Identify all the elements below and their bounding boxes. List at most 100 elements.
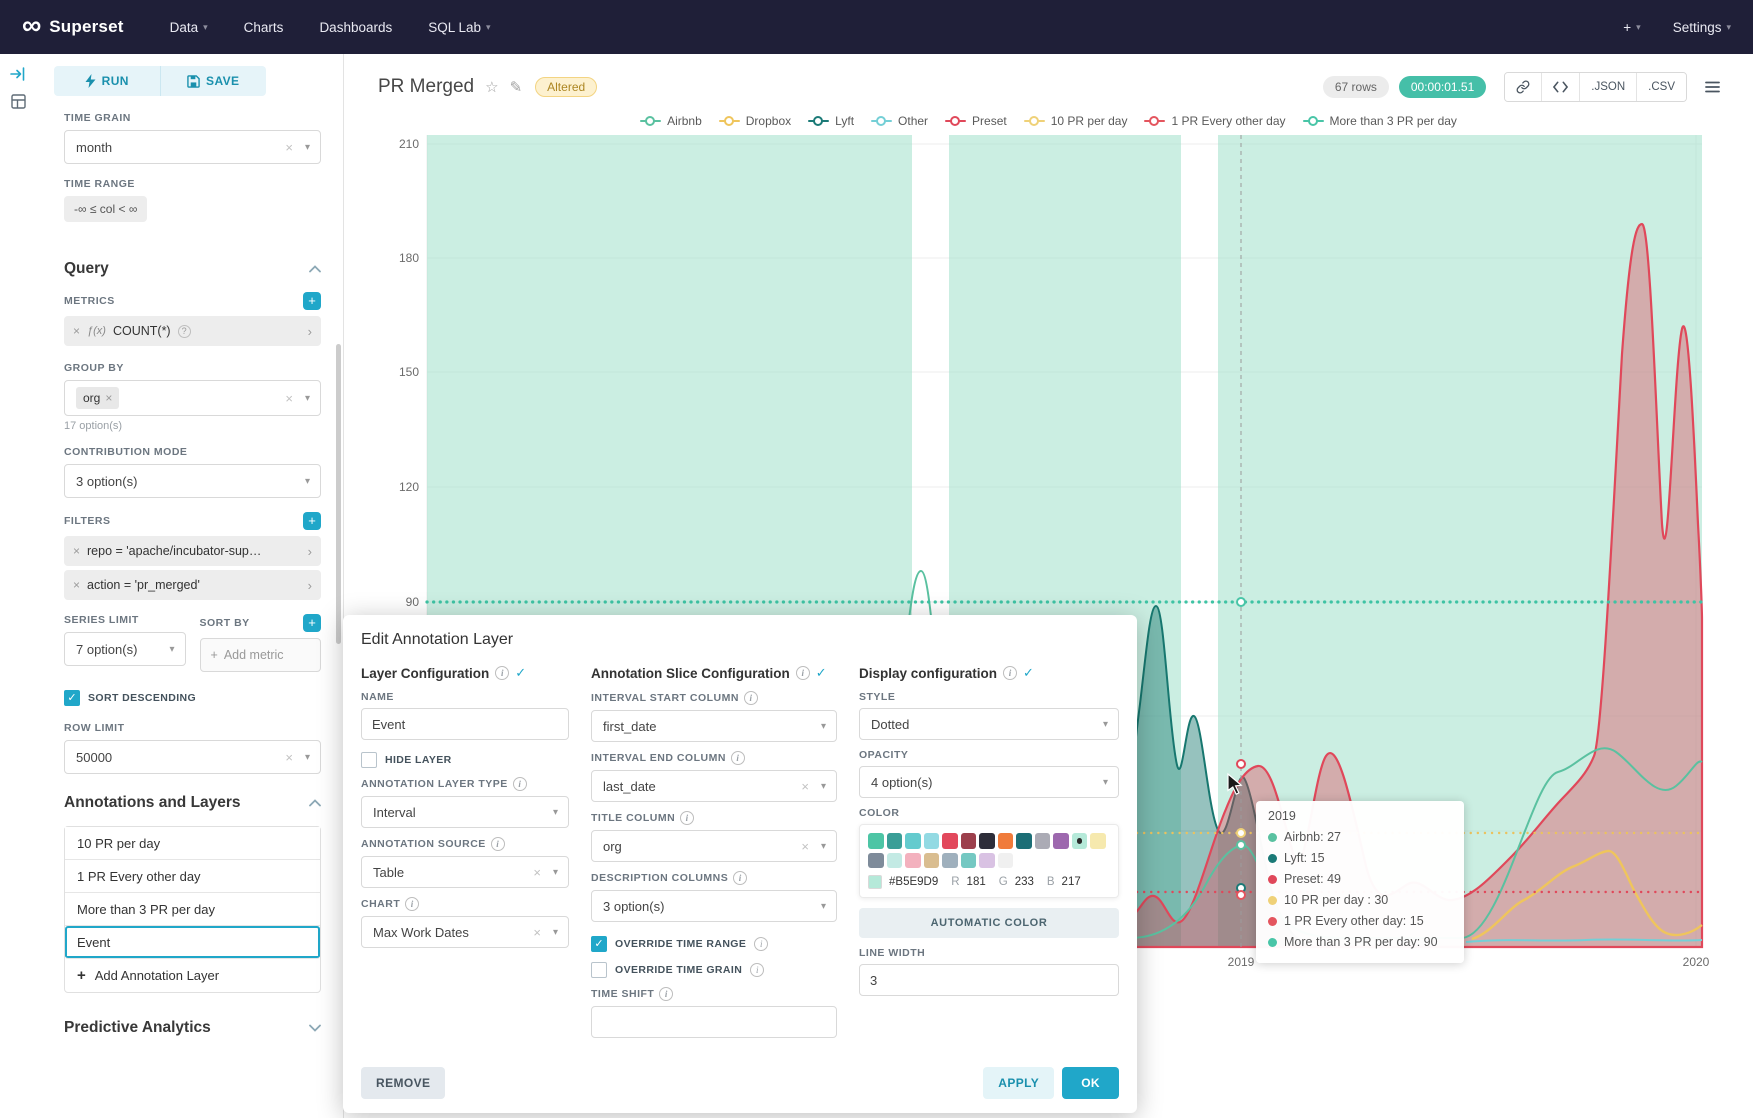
star-icon[interactable]: ☆ xyxy=(485,78,498,96)
topbar-menu-dashboards[interactable]: Dashboards xyxy=(319,20,392,35)
style-select[interactable]: Dotted ▾ xyxy=(859,708,1119,740)
color-swatch[interactable] xyxy=(1035,833,1051,849)
query-section-header[interactable]: Query xyxy=(64,260,321,278)
add-metric-button[interactable]: + xyxy=(303,292,321,310)
rgb-r-value[interactable]: 181 xyxy=(967,876,986,888)
info-icon[interactable]: i xyxy=(796,666,810,680)
annotation-layer-item[interactable]: More than 3 PR per day xyxy=(65,893,320,926)
color-swatch[interactable] xyxy=(961,853,977,869)
share-link-button[interactable] xyxy=(1505,73,1541,101)
predictive-section-header[interactable]: Predictive Analytics xyxy=(64,1019,321,1037)
color-swatch[interactable] xyxy=(979,853,995,869)
topbar-menu-sql-lab[interactable]: SQL Lab▾ xyxy=(428,20,490,35)
embed-code-button[interactable] xyxy=(1541,73,1579,101)
clear-icon[interactable]: × xyxy=(285,750,293,765)
legend-item[interactable]: 1 PR Every other day xyxy=(1144,114,1285,128)
time-range-value[interactable]: -∞ ≤ col < ∞ xyxy=(64,196,147,222)
opacity-select[interactable]: 4 option(s) ▾ xyxy=(859,766,1119,798)
override-time-grain-checkbox[interactable]: OVERRIDE TIME GRAIN i xyxy=(591,962,837,978)
apply-button[interactable]: APPLY xyxy=(983,1067,1054,1099)
color-swatch[interactable] xyxy=(887,833,903,849)
annotation-layer-item[interactable]: 1 PR Every other day xyxy=(65,860,320,893)
legend-item[interactable]: Airbnb xyxy=(640,114,702,128)
clear-icon[interactable]: × xyxy=(533,925,541,940)
interval-start-column-select[interactable]: first_date ▾ xyxy=(591,710,837,742)
metric-pill[interactable]: × ƒ(x) COUNT(*) ? › xyxy=(64,316,321,346)
color-swatch[interactable] xyxy=(924,833,940,849)
color-swatch[interactable] xyxy=(998,853,1014,869)
remove-button[interactable]: REMOVE xyxy=(361,1067,445,1099)
color-swatch[interactable] xyxy=(1072,833,1088,849)
settings-menu[interactable]: Settings ▾ xyxy=(1673,20,1731,35)
remove-icon[interactable]: × xyxy=(73,324,80,338)
clear-icon[interactable]: × xyxy=(285,391,293,406)
annotations-section-header[interactable]: Annotations and Layers xyxy=(64,794,321,812)
automatic-color-button[interactable]: AUTOMATIC COLOR xyxy=(859,908,1119,938)
color-swatch[interactable] xyxy=(1053,833,1069,849)
color-swatch[interactable] xyxy=(979,833,995,849)
color-swatch[interactable] xyxy=(924,853,940,869)
legend-item[interactable]: Preset xyxy=(945,114,1007,128)
clear-icon[interactable]: × xyxy=(533,865,541,880)
add-sort-metric-button[interactable]: + xyxy=(303,614,321,632)
description-columns-select[interactable]: 3 option(s) ▾ xyxy=(591,890,837,922)
annotation-layer-item[interactable]: 10 PR per day xyxy=(65,827,320,860)
clear-icon[interactable]: × xyxy=(801,839,809,854)
sort-descending-checkbox[interactable]: ✓ SORT DESCENDING xyxy=(64,690,321,706)
info-icon[interactable]: i xyxy=(733,871,747,885)
info-icon[interactable]: i xyxy=(495,666,509,680)
more-options-button[interactable] xyxy=(1697,72,1727,102)
superset-logo[interactable]: ∞ Superset xyxy=(22,14,124,41)
color-swatch[interactable] xyxy=(1090,833,1106,849)
info-icon[interactable]: i xyxy=(405,897,419,911)
name-input[interactable] xyxy=(361,708,569,740)
add-annotation-layer-button[interactable]: + Add Annotation Layer xyxy=(65,959,320,992)
legend-item[interactable]: More than 3 PR per day xyxy=(1303,114,1457,128)
color-swatch[interactable] xyxy=(905,833,921,849)
ok-button[interactable]: OK xyxy=(1062,1067,1119,1099)
info-icon[interactable]: i xyxy=(680,811,694,825)
hide-layer-checkbox[interactable]: HIDE LAYER xyxy=(361,752,569,768)
row-limit-select[interactable]: 50000 × ▾ xyxy=(64,740,321,774)
legend-item[interactable]: 10 PR per day xyxy=(1024,114,1128,128)
time-shift-input[interactable] xyxy=(591,1006,837,1038)
color-swatch[interactable] xyxy=(868,833,884,849)
new-menu[interactable]: + ▾ xyxy=(1623,20,1640,35)
add-filter-button[interactable]: + xyxy=(303,512,321,530)
info-icon[interactable]: i xyxy=(744,691,758,705)
hex-value[interactable]: #B5E9D9 xyxy=(889,876,938,888)
group-by-select[interactable]: org × × ▾ xyxy=(64,380,321,416)
info-icon[interactable]: i xyxy=(513,777,527,791)
filter-pill[interactable]: ×action = 'pr_merged'› xyxy=(64,570,321,600)
color-swatch[interactable] xyxy=(998,833,1014,849)
export-csv-button[interactable]: .CSV xyxy=(1636,73,1686,101)
remove-icon[interactable]: × xyxy=(105,391,112,405)
legend-item[interactable]: Other xyxy=(871,114,928,128)
color-swatch[interactable] xyxy=(905,853,921,869)
legend-item[interactable]: Lyft xyxy=(808,114,854,128)
remove-icon[interactable]: × xyxy=(73,544,80,558)
clear-icon[interactable]: × xyxy=(801,779,809,794)
annotation-layer-item[interactable]: Event xyxy=(65,926,320,959)
remove-icon[interactable]: × xyxy=(73,578,80,592)
info-icon[interactable]: i xyxy=(731,751,745,765)
run-button[interactable]: RUN xyxy=(54,66,160,96)
info-icon[interactable]: i xyxy=(754,937,768,951)
time-grain-select[interactable]: month × ▾ xyxy=(64,130,321,164)
save-button[interactable]: SAVE xyxy=(160,66,267,96)
datasource-button[interactable] xyxy=(0,94,36,109)
sort-by-add-metric[interactable]: + Add metric xyxy=(200,638,322,672)
collapse-panel-button[interactable] xyxy=(0,66,36,82)
legend-item[interactable]: Dropbox xyxy=(719,114,791,128)
export-json-button[interactable]: .JSON xyxy=(1579,73,1636,101)
override-time-range-checkbox[interactable]: ✓ OVERRIDE TIME RANGE i xyxy=(591,936,837,952)
edit-icon[interactable]: ✎ xyxy=(510,78,523,96)
color-swatch[interactable] xyxy=(1016,833,1032,849)
group-by-chip[interactable]: org × xyxy=(76,387,119,409)
contribution-mode-select[interactable]: 3 option(s) ▾ xyxy=(64,464,321,498)
series-limit-select[interactable]: 7 option(s) ▾ xyxy=(64,632,186,666)
filter-pill[interactable]: ×repo = 'apache/incubator-supers...› xyxy=(64,536,321,566)
rgb-b-value[interactable]: 217 xyxy=(1062,876,1081,888)
rgb-g-value[interactable]: 233 xyxy=(1015,876,1034,888)
topbar-menu-data[interactable]: Data▾ xyxy=(170,20,208,35)
